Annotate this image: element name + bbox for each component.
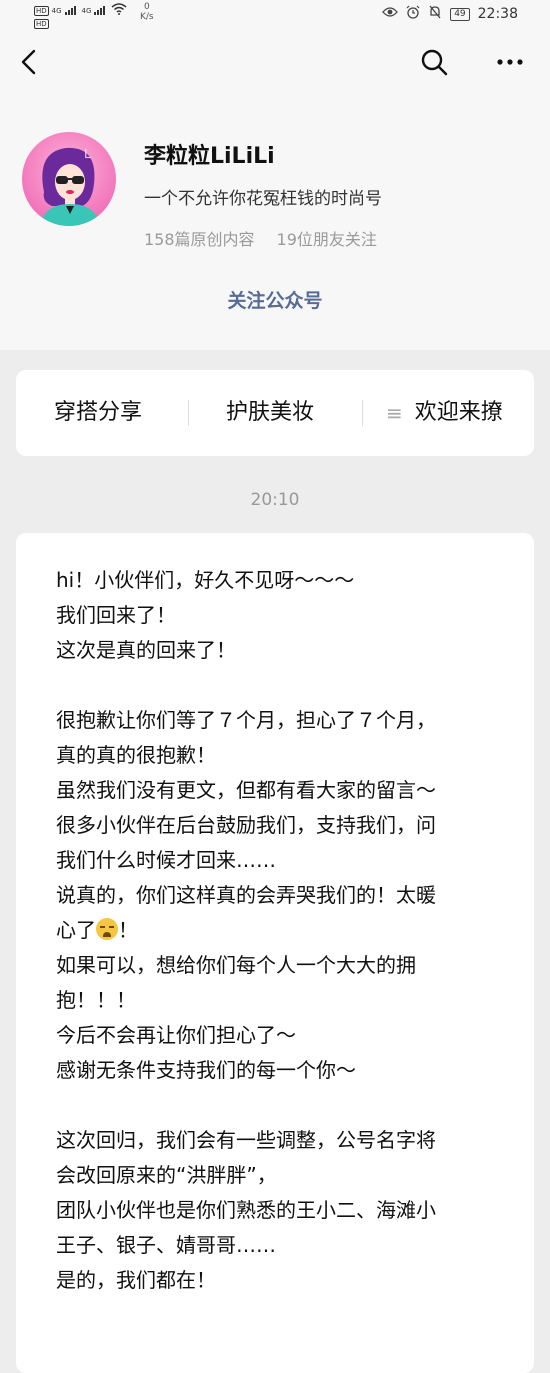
article-line: 这次是真的回来了！ [56, 638, 236, 662]
account-description: 一个不允许你花冤枉钱的时尚号 [144, 189, 382, 209]
menu-item-outfit[interactable]: 穿搭分享 [54, 370, 142, 456]
article-line: 是的，我们都在！ [56, 1268, 216, 1292]
article-body: hi！小伙伴们，好久不见呀～～～ 我们回来了！ 这次是真的回来了！ 很抱歉让你们… [56, 563, 516, 1333]
article-paragraph: 这次回归，我们会有一些调整，公号名字将 会改回原来的“洪胖胖”， 团队小伙伴也是… [56, 1123, 516, 1298]
article-line: 虽然我们没有更文，但都有看大家的留言～ [56, 778, 436, 802]
article-line: 心了 ！ [56, 913, 516, 948]
article-line: 真的真的很抱歉！ [56, 743, 216, 767]
menu-divider [188, 400, 189, 426]
wifi-icon [111, 3, 127, 18]
article-line: hi！小伙伴们，好久不见呀～～～ [56, 568, 355, 592]
menu-item-welcome[interactable]: ≡ 欢迎来撩 [386, 370, 503, 456]
back-button[interactable] [14, 46, 46, 78]
speed-unit: K/s [140, 12, 154, 22]
network-type-2: 4G [81, 6, 92, 15]
network-type-1: 4G [51, 6, 62, 15]
eye-icon [382, 6, 399, 22]
avatar[interactable]: L [22, 132, 116, 226]
signal-icon-1 [64, 6, 79, 15]
search-icon [421, 49, 448, 76]
svg-text:L: L [84, 147, 91, 161]
account-menu: 穿搭分享 护肤美妆 ≡ 欢迎来撩 [16, 370, 534, 456]
signal-icon-2 [94, 6, 108, 15]
original-count[interactable]: 158篇原创内容 [144, 226, 255, 250]
article-paragraph: 很抱歉让你们等了７个月，担心了７个月， 真的真的很抱歉！ 虽然我们没有更文，但都… [56, 703, 516, 1088]
article-paragraph: hi！小伙伴们，好久不见呀～～～ 我们回来了！ 这次是真的回来了！ [56, 563, 516, 668]
article-line: 说真的，你们这样真的会弄哭我们的！太暖 [56, 883, 436, 907]
article-line: 团队小伙伴也是你们熟悉的王小二、海滩小 [56, 1198, 436, 1222]
account-stats: 158篇原创内容 19位朋友关注 [144, 226, 377, 250]
menu-list-icon: ≡ [386, 401, 403, 425]
message-timestamp: 20:10 [250, 490, 300, 510]
network-speed: 0 K/s [140, 2, 154, 22]
article-line: 王子、银子、婧哥哥…… [56, 1233, 276, 1257]
article-card[interactable]: hi！小伙伴们，好久不见呀～～～ 我们回来了！ 这次是真的回来了！ 很抱歉让你们… [16, 533, 534, 1373]
status-right: 49 22:38 [382, 5, 518, 23]
speed-value: 0 [143, 2, 150, 12]
article-line: 感谢无条件支持我们的每一个你～ [56, 1058, 356, 1082]
more-button[interactable] [494, 46, 526, 78]
article-line: 如果可以，想给你们每个人一个大大的拥 [56, 953, 416, 977]
article-line: 抱！！！ [56, 988, 136, 1012]
bell-off-icon [428, 5, 442, 23]
search-button[interactable] [418, 46, 450, 78]
account-profile: L 李粒粒LiLiLi 一个不允许你花冤枉钱的时尚号 158篇原创内容 19位朋… [0, 94, 550, 350]
article-line: 我们什么时候才回来…… [56, 848, 276, 872]
menu-item-beauty[interactable]: 护肤美妆 [226, 370, 314, 456]
article-line-text: 心了 [56, 918, 96, 942]
sim1-hd-badge: HD [34, 5, 49, 16]
sim2-hd-badge: HD [34, 19, 49, 29]
article-line: 很抱歉让你们等了７个月，担心了７个月， [56, 708, 436, 732]
menu-divider [362, 400, 363, 426]
article-line: 这次回归，我们会有一些调整，公号名字将 [56, 1128, 436, 1152]
top-navigation [0, 32, 550, 94]
alarm-icon [406, 5, 420, 23]
battery-indicator: 49 [450, 7, 470, 21]
article-line: 今后不会再让你们担心了～ [56, 1023, 296, 1047]
more-horizontal-icon [497, 59, 523, 65]
article-line-text: ！ [118, 918, 138, 942]
article-line: 我们回来了！ [56, 603, 176, 627]
chevron-left-icon [21, 49, 36, 75]
menu-item-welcome-label: 欢迎来撩 [414, 400, 503, 425]
article-line: 会改回原来的“洪胖胖”， [56, 1163, 277, 1187]
friends-follow[interactable]: 19位朋友关注 [277, 226, 377, 250]
article-line: 很多小伙伴在后台鼓励我们，支持我们，问 [56, 813, 436, 837]
status-bar: HD 4G 4G HD 0 K/s 49 22:38 [0, 0, 550, 32]
follow-button[interactable]: 关注公众号 [0, 286, 550, 313]
account-name: 李粒粒LiLiLi [144, 144, 275, 169]
clock-time: 22:38 [477, 6, 518, 22]
crying-emoji-icon [96, 918, 118, 940]
network-indicators: HD 4G 4G HD [34, 3, 127, 29]
